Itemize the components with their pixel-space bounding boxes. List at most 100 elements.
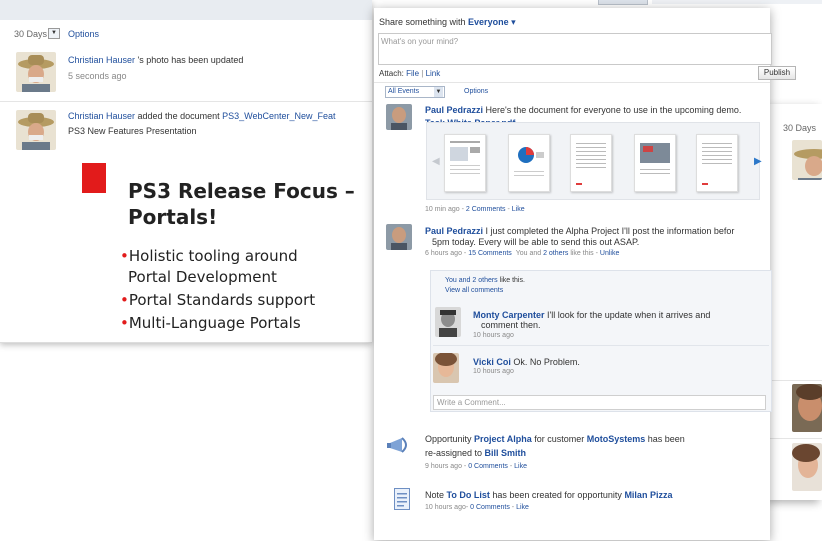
post-body: I just completed the Alpha Project I'll …	[483, 226, 735, 236]
author-link[interactable]: Monty Carpenter	[473, 310, 545, 320]
date-filter-label: 30 Days	[14, 29, 48, 39]
author-link[interactable]: Paul Pedrazzi	[425, 105, 483, 115]
publish-button[interactable]: Publish	[758, 66, 796, 80]
timestamp: 5 seconds ago	[68, 71, 127, 81]
activity-text: 's photo has been updated	[135, 55, 244, 65]
view-all-comments-link[interactable]: View all comments	[445, 287, 503, 294]
timestamp: 9 hours ago	[425, 463, 462, 470]
divider	[770, 438, 822, 439]
attach-row: Attach: File | Link	[379, 69, 440, 78]
post-meta: 6 hours ago - 15 Comments You and 2 othe…	[425, 250, 620, 257]
comment-text: Vicki Coi Ok. No Problem.	[473, 357, 580, 367]
post-body-continuation: re-assigned to Bill Smith	[425, 448, 527, 458]
comment-text: Monty Carpenter I'll look for the update…	[473, 310, 710, 320]
document-link[interactable]: PS3_WebCenter_New_Feat	[222, 111, 335, 121]
avatar[interactable]	[435, 307, 461, 337]
comments-section: You and 2 others like this. View all com…	[430, 270, 772, 412]
post-body: Here's the document for everyone to use …	[483, 105, 742, 115]
post-text: Opportunity Project Alpha for customer M…	[425, 434, 685, 444]
comments-link[interactable]: 2 Comments	[466, 206, 506, 213]
left-activity-panel: 30 Days ▼ Options Christian Hauser 's ph…	[0, 0, 372, 343]
slide-bullet: •Portal Standards support	[120, 291, 316, 309]
chevron-down-icon[interactable]: ▾	[509, 17, 516, 27]
avatar[interactable]	[792, 140, 822, 180]
date-filter-dropdown-icon[interactable]: ▼	[48, 28, 60, 39]
divider	[770, 380, 822, 381]
avatar[interactable]	[386, 224, 412, 250]
opportunity-link[interactable]: Milan Pizza	[624, 490, 672, 500]
background-panel-edge	[652, 0, 822, 4]
author-link[interactable]: Christian Hauser	[68, 55, 135, 65]
comment-body-continuation: comment then.	[481, 320, 541, 330]
likes-others-link[interactable]: 2 others	[472, 277, 497, 284]
document-slide-preview[interactable]: PS3 Release Focus – Portals! •Holistic t…	[82, 155, 372, 340]
opportunity-link[interactable]: Project Alpha	[474, 434, 532, 444]
options-link[interactable]: Options	[68, 29, 99, 39]
avatar[interactable]	[16, 110, 56, 150]
unlike-link[interactable]: Unlike	[600, 250, 619, 257]
status-input[interactable]: What's on your mind?	[378, 33, 772, 65]
like-link[interactable]: Like	[512, 206, 525, 213]
author-link[interactable]: Vicki Coi	[473, 357, 511, 367]
note-link[interactable]: To Do List	[447, 490, 490, 500]
document-subtitle: PS3 New Features Presentation	[68, 126, 197, 136]
avatar[interactable]	[792, 384, 822, 432]
slide-bullet: •Multi-Language Portals	[120, 314, 301, 332]
left-top-bar	[0, 0, 372, 20]
divider	[0, 101, 372, 102]
like-link[interactable]: Like	[516, 504, 529, 511]
post-meta: 9 hours ago - 0 Comments - Like	[425, 463, 527, 470]
attach-link-link[interactable]: Link	[426, 69, 441, 78]
timestamp: 6 hours ago	[425, 250, 462, 257]
comments-link[interactable]: 0 Comments	[470, 504, 510, 511]
like-link[interactable]: Like	[514, 463, 527, 470]
timestamp: 10 hours ago	[473, 332, 514, 339]
timestamp: 10 hours ago	[425, 504, 466, 511]
avatar[interactable]	[433, 353, 459, 383]
chevron-down-icon[interactable]: ▼	[434, 87, 443, 97]
timestamp: 10 min ago	[425, 206, 460, 213]
attach-file-link[interactable]: File	[406, 69, 419, 78]
event-filter-value: All Events	[388, 88, 420, 95]
share-target-dropdown[interactable]: Everyone	[468, 17, 509, 27]
previous-arrow-icon[interactable]: ◀	[432, 156, 440, 167]
comments-link[interactable]: 0 Comments	[468, 463, 508, 470]
avatar[interactable]	[16, 52, 56, 92]
assignee-link[interactable]: Bill Smith	[485, 448, 527, 458]
post-text: Note To Do List has been created for opp…	[425, 490, 673, 500]
likes-text: You and	[515, 250, 544, 257]
likes-line: You and 2 others like this.	[445, 277, 525, 284]
center-activity-panel: Share something with Everyone ▾ What's o…	[374, 8, 796, 540]
post-text: Paul Pedrazzi Here's the document for ev…	[425, 105, 741, 115]
comment-body: Ok. No Problem.	[510, 357, 580, 367]
activity-item-1: Christian Hauser 's photo has been updat…	[68, 55, 243, 65]
author-link[interactable]: Christian Hauser	[68, 111, 135, 121]
options-link[interactable]: Options	[464, 88, 488, 95]
event-filter-select[interactable]: All Events ▼	[385, 86, 445, 98]
document-page-thumbnail[interactable]	[508, 134, 550, 192]
comments-link[interactable]: 15 Comments	[468, 250, 512, 257]
share-label: Share something with	[379, 17, 469, 27]
document-page-thumbnail[interactable]	[444, 134, 486, 192]
document-page-thumbnail[interactable]	[634, 134, 676, 192]
avatar[interactable]	[386, 104, 412, 130]
background-activity-panel: 30 Days	[770, 104, 822, 500]
timestamp: 10 hours ago	[473, 368, 514, 375]
write-comment-input[interactable]: Write a Comment...	[433, 395, 766, 410]
next-arrow-icon[interactable]: ▶	[754, 156, 762, 167]
divider	[433, 345, 769, 346]
customer-link[interactable]: MotoSystems	[587, 434, 646, 444]
avatar[interactable]	[792, 443, 822, 491]
likes-others-link[interactable]: 2 others	[543, 250, 568, 257]
document-page-thumbnail[interactable]	[570, 134, 612, 192]
document-page-thumbnail[interactable]	[696, 134, 738, 192]
hidden-button-edge	[598, 0, 648, 5]
likes-text: like this	[568, 250, 594, 257]
attach-separator: |	[421, 69, 424, 78]
post-meta: 10 hours ago- 0 Comments - Like	[425, 504, 529, 511]
post-body-continuation: 5pm today. Every will be able to send th…	[432, 237, 640, 247]
slide-title-line-2: Portals!	[128, 205, 218, 229]
divider	[374, 82, 770, 83]
author-link[interactable]: Paul Pedrazzi	[425, 226, 483, 236]
post-text: Paul Pedrazzi I just completed the Alpha…	[425, 226, 734, 236]
